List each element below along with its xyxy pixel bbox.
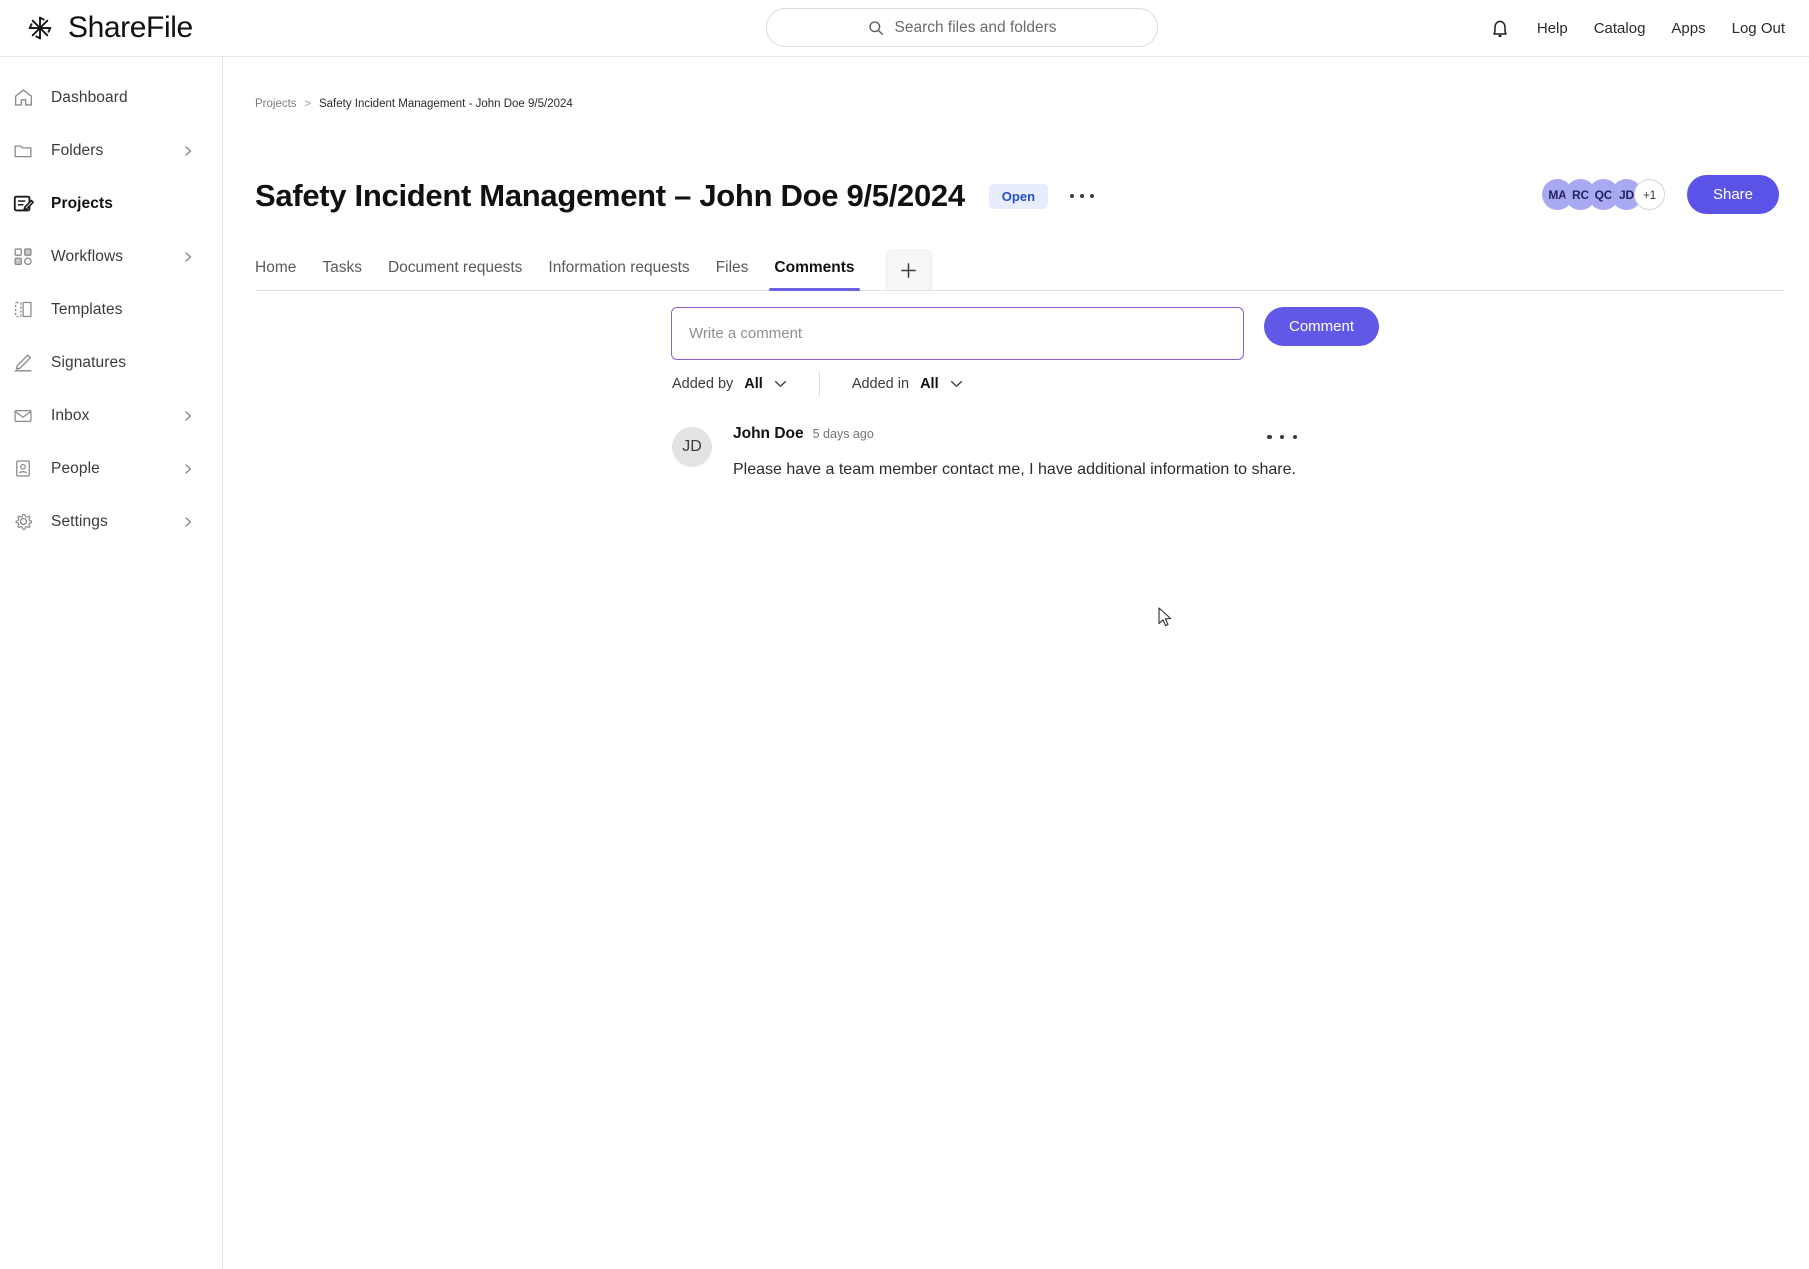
catalog-link[interactable]: Catalog [1594,20,1646,37]
chevron-right-icon[interactable] [182,463,194,475]
sidebar-item-inbox[interactable]: Inbox [0,389,222,442]
plus-icon [901,263,916,278]
sidebar-item-label: Inbox [51,406,90,424]
filter-added-in[interactable]: Added in All [852,376,963,392]
global-search[interactable]: Search files and folders [766,8,1158,47]
person-card-icon [6,457,40,481]
sidebar-item-label: Settings [51,512,108,530]
breadcrumb: Projects > Safety Incident Management - … [255,98,573,110]
main-content: Projects > Safety Incident Management - … [224,57,1809,1269]
comment-body: John Doe 5 days ago Please have a team m… [733,423,1296,481]
sidebar-item-label: Dashboard [51,88,128,106]
sidebar-item-label: Projects [51,194,113,212]
tab-files[interactable]: Files [703,259,762,290]
sidebar-item-label: Folders [51,141,104,159]
tab-document-requests[interactable]: Document requests [375,259,535,290]
member-avatar-stack: MA RC QC JD +1 [1541,179,1665,210]
status-badge[interactable]: Open [988,183,1049,209]
comment-composer: Comment [671,307,1380,360]
sidebar-nav: Dashboard Folders Projects Workflows Tem… [0,57,223,1269]
share-button[interactable]: Share [1686,175,1779,214]
sharefile-pinwheel-icon [28,16,52,40]
filter-added-by[interactable]: Added by All [672,376,787,392]
breadcrumb-projects[interactable]: Projects [255,98,297,110]
top-bar-actions: Help Catalog Apps Log Out [1489,0,1785,57]
sidebar-item-signatures[interactable]: Signatures [0,336,222,389]
brand-name: ShareFile [68,11,193,44]
comment-timestamp: 5 days ago [812,427,874,441]
comment-input[interactable] [671,307,1244,360]
envelope-icon [6,404,40,428]
comment-list: JD John Doe 5 days ago Please have a tea… [672,423,1772,481]
page-title: Safety Incident Management – John Doe 9/… [255,178,965,213]
sidebar-item-label: Signatures [51,353,127,371]
submit-comment-button[interactable]: Comment [1264,307,1380,346]
home-icon [6,86,40,110]
filter-value: All [744,376,763,392]
filter-label: Added in [851,376,910,392]
tab-information-requests[interactable]: Information requests [535,259,702,290]
filter-divider [818,371,820,397]
sidebar-item-settings[interactable]: Settings [0,495,222,548]
templates-icon [6,298,40,322]
sidebar-item-label: People [51,459,100,477]
log-out-link[interactable]: Log Out [1732,20,1785,37]
signature-pen-icon [6,351,40,375]
workflows-icon [6,245,40,269]
gear-icon [6,510,40,534]
bell-icon[interactable] [1489,17,1511,41]
comment-text: Please have a team member contact me, I … [733,461,1296,478]
chevron-down-icon[interactable] [774,380,787,388]
apps-link[interactable]: Apps [1671,20,1705,37]
search-input-placeholder[interactable]: Search files and folders [895,19,1057,37]
top-bar: ShareFile Search files and folders Help … [0,0,1809,57]
page-header: Safety Incident Management – John Doe 9/… [255,178,1096,214]
project-tabs: Home Tasks Document requests Information… [255,246,1784,291]
mouse-pointer-icon [1158,607,1172,627]
chevron-right-icon[interactable] [182,251,194,263]
folder-icon [6,139,40,163]
comment-filters: Added by All Added in All [672,371,963,397]
search-icon [868,20,883,35]
sidebar-item-label: Templates [51,300,123,318]
filter-label: Added by [672,376,734,392]
projects-icon [6,192,40,216]
sidebar-item-templates[interactable]: Templates [0,283,222,336]
chevron-right-icon[interactable] [182,410,194,422]
tab-tasks[interactable]: Tasks [309,259,375,290]
sidebar-item-people[interactable]: People [0,442,222,495]
breadcrumb-separator: > [304,98,311,110]
tab-home[interactable]: Home [255,259,309,290]
avatar-overflow-count[interactable]: +1 [1633,179,1665,210]
comment-author: John Doe [733,425,804,442]
sidebar-item-projects[interactable]: Projects [0,177,222,230]
sidebar-item-workflows[interactable]: Workflows [0,230,222,283]
comment-overflow-menu-icon[interactable] [1267,427,1297,447]
breadcrumb-current: Safety Incident Management - John Doe 9/… [318,98,573,110]
chevron-down-icon[interactable] [950,380,963,388]
avatar: JD [672,427,712,467]
search-box[interactable]: Search files and folders [766,8,1158,47]
sidebar-item-folders[interactable]: Folders [0,124,222,177]
comment-header: John Doe 5 days ago [733,425,1296,443]
brand-logo[interactable]: ShareFile [25,11,225,45]
sidebar-item-dashboard[interactable]: Dashboard [0,71,222,124]
sidebar-item-label: Workflows [51,247,124,265]
tab-comments[interactable]: Comments [761,259,867,291]
chevron-right-icon[interactable] [182,516,194,528]
help-link[interactable]: Help [1537,20,1568,37]
project-overflow-menu-icon[interactable] [1068,185,1096,207]
filter-value: All [920,376,939,392]
chevron-right-icon[interactable] [182,145,194,157]
add-tab-button[interactable] [885,250,932,290]
project-members-and-share: MA RC QC JD +1 Share [1541,175,1779,214]
comment-item: JD John Doe 5 days ago Please have a tea… [672,423,1772,481]
